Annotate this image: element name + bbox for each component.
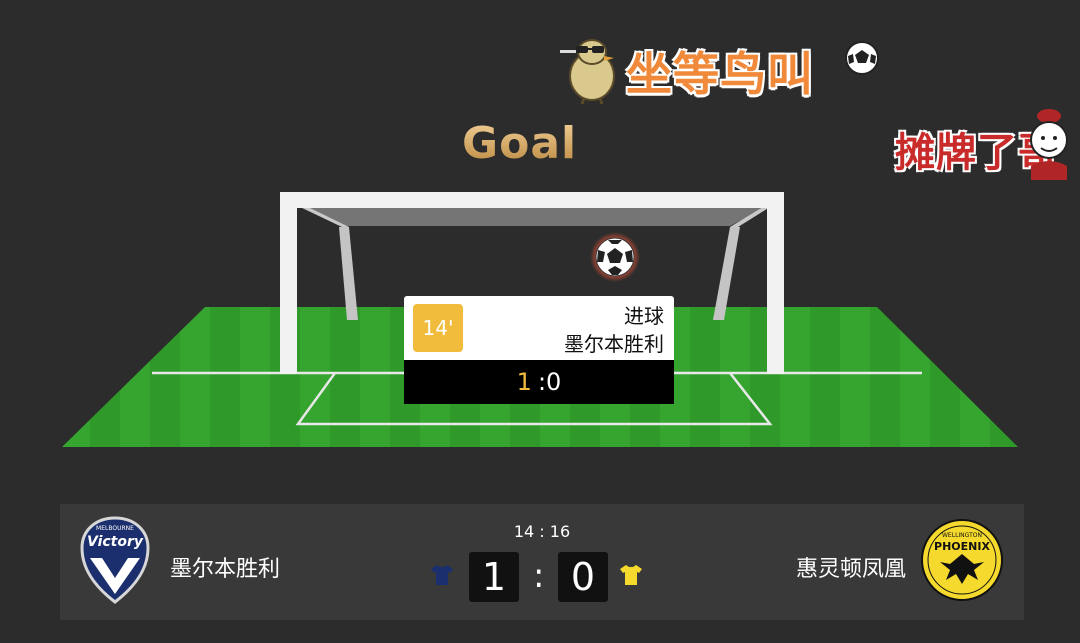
bird-sticker: 坐等鸟叫 xyxy=(552,32,882,106)
goal-event-card: 14' 进球 墨尔本胜利 xyxy=(404,296,674,360)
person-sticker-icon xyxy=(1030,109,1068,180)
event-score-home: 1 xyxy=(516,368,532,396)
soccer-ball-icon xyxy=(590,232,640,282)
event-minute-badge: 14' xyxy=(413,304,463,352)
home-team-name: 墨尔本胜利 xyxy=(170,557,281,582)
sticker-soccer-ball-icon xyxy=(845,41,879,75)
scoreboard: MELBOURNE Victory 墨尔本胜利 14 : 16 1 : 0 惠灵… xyxy=(60,504,1024,620)
away-team-name: 惠灵顿凤凰 xyxy=(795,557,906,582)
bird-sticker-text: 坐等鸟叫 xyxy=(626,47,814,101)
home-score: 1 xyxy=(469,552,519,602)
away-kit-icon xyxy=(620,565,642,585)
event-score-separator: : xyxy=(537,368,547,396)
score-separator: : xyxy=(533,556,545,596)
goal-animation-view: 坐等鸟叫 摊牌了哥 Goal 14' 进球 墨尔本胜利 1 : 0 MELBOU… xyxy=(0,0,1080,643)
bird-sticker-icon xyxy=(560,39,615,105)
event-score-away: 0 xyxy=(546,368,562,396)
away-score: 0 xyxy=(558,552,608,602)
home-kit-icon xyxy=(431,565,453,585)
away-logo-small-text: WELLINGTON xyxy=(942,532,982,539)
person-sticker: 摊牌了哥 xyxy=(893,106,1080,180)
event-team-label: 墨尔本胜利 xyxy=(564,332,664,356)
goal-title: Goal xyxy=(462,118,578,169)
event-score-bar: 1 : 0 xyxy=(404,360,674,404)
away-team-logo: WELLINGTON PHOENIX xyxy=(921,519,1003,601)
event-type-label: 进球 xyxy=(624,304,664,328)
match-time: 14 : 16 xyxy=(513,522,571,541)
away-logo-text: PHOENIX xyxy=(934,540,990,553)
